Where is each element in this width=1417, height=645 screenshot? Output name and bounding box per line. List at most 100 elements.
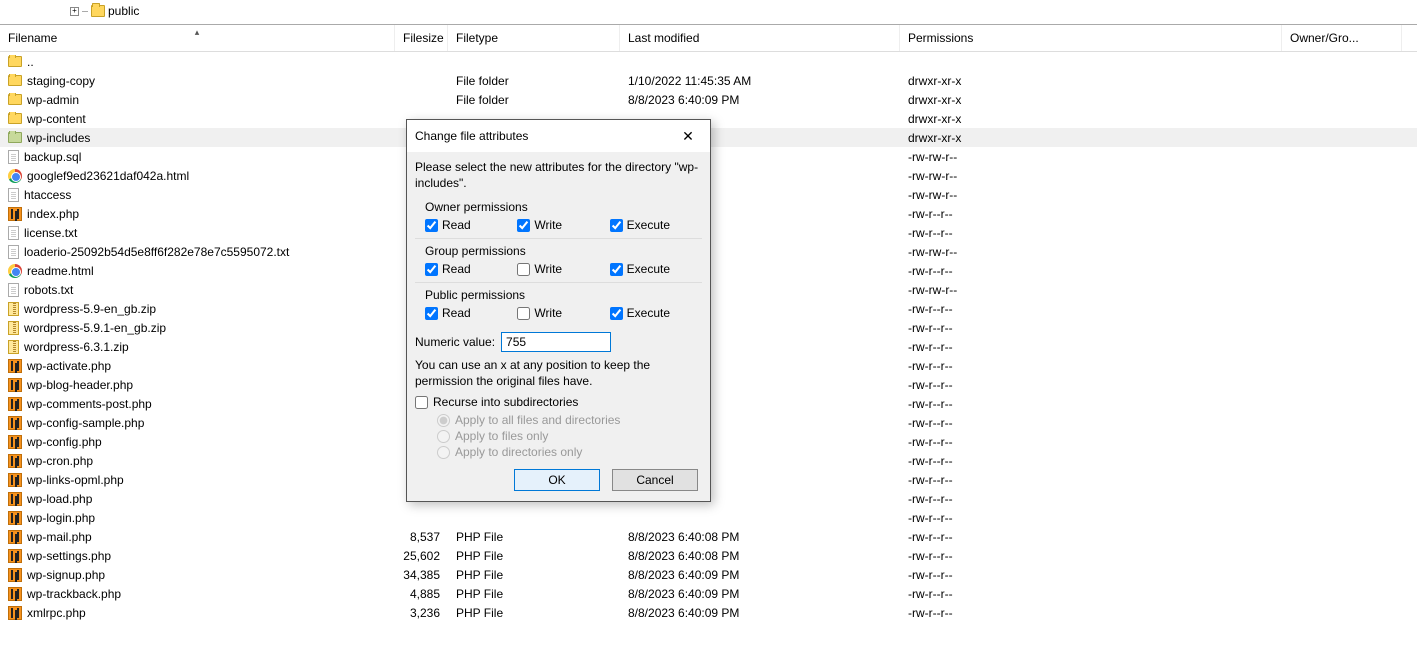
file-modified: 8/8/2023 6:40:09 PM: [620, 587, 900, 601]
radio-apply-all: Apply to all files and directories: [437, 413, 702, 427]
header-filesize[interactable]: Filesize: [395, 25, 448, 51]
owner-execute-checkbox[interactable]: Execute: [610, 218, 702, 232]
permission-hint: You can use an x at any position to keep…: [415, 358, 702, 389]
group-write-checkbox[interactable]: Write: [517, 262, 609, 276]
public-execute-checkbox[interactable]: Execute: [610, 306, 702, 320]
php-icon: [8, 549, 22, 563]
group-read-checkbox[interactable]: Read: [425, 262, 517, 276]
file-name: wp-login.php: [27, 511, 95, 525]
header-permissions[interactable]: Permissions: [900, 25, 1282, 51]
php-icon: [8, 397, 22, 411]
file-size: 4,885: [395, 587, 448, 601]
file-name: wp-load.php: [27, 492, 92, 506]
file-permissions: -rw-rw-r--: [900, 169, 1282, 183]
file-name: wp-blog-header.php: [27, 378, 133, 392]
table-row[interactable]: wp-adminFile folder8/8/2023 6:40:09 PMdr…: [0, 90, 1417, 109]
file-name: wordpress-5.9.1-en_gb.zip: [24, 321, 166, 335]
cancel-button[interactable]: Cancel: [612, 469, 698, 491]
group-permissions-group: Group permissions Read Write Execute: [415, 241, 702, 283]
group-permissions-label: Group permissions: [425, 244, 702, 258]
file-name: wp-comments-post.php: [27, 397, 152, 411]
file-permissions: -rw-r--r--: [900, 511, 1282, 525]
file-type: PHP File: [448, 606, 620, 620]
header-filename[interactable]: Filename▴: [0, 25, 395, 51]
file-permissions: drwxr-xr-x: [900, 93, 1282, 107]
file-modified: 8/8/2023 6:40:09 PM: [620, 568, 900, 582]
ok-button[interactable]: OK: [514, 469, 600, 491]
file-icon: [8, 188, 19, 202]
table-row[interactable]: wp-login.php -rw-r--r--: [0, 508, 1417, 527]
folder-icon: [8, 94, 22, 105]
public-write-checkbox[interactable]: Write: [517, 306, 609, 320]
file-name: staging-copy: [27, 74, 95, 88]
php-icon: [8, 568, 22, 582]
file-name: wp-cron.php: [27, 454, 93, 468]
file-permissions: -rw-r--r--: [900, 454, 1282, 468]
file-permissions: -rw-r--r--: [900, 549, 1282, 563]
public-read-checkbox[interactable]: Read: [425, 306, 517, 320]
recurse-checkbox[interactable]: Recurse into subdirectories: [415, 395, 702, 409]
file-modified: 8/8/2023 6:40:09 PM: [620, 606, 900, 620]
directory-tree[interactable]: + public: [0, 0, 1417, 22]
file-name: index.php: [27, 207, 79, 221]
php-icon: [8, 492, 22, 506]
sort-ascending-icon: ▴: [195, 27, 200, 38]
close-icon[interactable]: ✕: [668, 126, 708, 146]
owner-read-checkbox[interactable]: Read: [425, 218, 517, 232]
file-name: backup.sql: [24, 150, 81, 164]
header-last-modified[interactable]: Last modified: [620, 25, 900, 51]
file-permissions: -rw-r--r--: [900, 321, 1282, 335]
php-icon: [8, 473, 22, 487]
owner-write-checkbox[interactable]: Write: [517, 218, 609, 232]
public-permissions-group: Public permissions Read Write Execute: [415, 285, 702, 326]
php-icon: [8, 530, 22, 544]
zip-icon: [8, 340, 19, 354]
file-permissions: -rw-rw-r--: [900, 283, 1282, 297]
dialog-intro: Please select the new attributes for the…: [415, 160, 702, 191]
folder-icon: [91, 5, 105, 17]
file-name: robots.txt: [24, 283, 73, 297]
php-icon: [8, 587, 22, 601]
file-type: File folder: [448, 74, 620, 88]
owner-permissions-group: Owner permissions Read Write Execute: [415, 197, 702, 239]
file-size: 34,385: [395, 568, 448, 582]
file-name: wp-content: [27, 112, 86, 126]
file-icon: [8, 226, 19, 240]
file-modified: 8/8/2023 6:40:08 PM: [620, 530, 900, 544]
php-icon: [8, 511, 22, 525]
php-icon: [8, 435, 22, 449]
folder-icon: [8, 56, 22, 67]
group-execute-checkbox[interactable]: Execute: [610, 262, 702, 276]
file-permissions: -rw-r--r--: [900, 568, 1282, 582]
table-row[interactable]: ..: [0, 52, 1417, 71]
table-row[interactable]: xmlrpc.php3,236PHP File8/8/2023 6:40:09 …: [0, 603, 1417, 622]
header-filetype[interactable]: Filetype: [448, 25, 620, 51]
file-permissions: -rw-rw-r--: [900, 150, 1282, 164]
file-permissions: -rw-r--r--: [900, 492, 1282, 506]
php-icon: [8, 359, 22, 373]
table-row[interactable]: wp-mail.php8,537PHP File8/8/2023 6:40:08…: [0, 527, 1417, 546]
table-row[interactable]: staging-copyFile folder1/10/2022 11:45:3…: [0, 71, 1417, 90]
table-row[interactable]: wp-signup.php34,385PHP File8/8/2023 6:40…: [0, 565, 1417, 584]
file-name: wp-links-opml.php: [27, 473, 124, 487]
file-name: readme.html: [27, 264, 94, 278]
dialog-titlebar[interactable]: Change file attributes ✕: [407, 120, 710, 152]
tree-expand-icon[interactable]: +: [70, 7, 79, 16]
file-name: wp-mail.php: [27, 530, 92, 544]
file-size: 25,602: [395, 549, 448, 563]
php-icon: [8, 606, 22, 620]
file-modified: 8/8/2023 6:40:09 PM: [620, 93, 900, 107]
file-name: wp-includes: [27, 131, 90, 145]
chrome-icon: [8, 264, 22, 278]
php-icon: [8, 378, 22, 392]
tree-folder-label[interactable]: public: [108, 4, 139, 18]
file-permissions: -rw-r--r--: [900, 359, 1282, 373]
php-icon: [8, 207, 22, 221]
numeric-value-input[interactable]: [501, 332, 611, 352]
header-owner-group[interactable]: Owner/Gro...: [1282, 25, 1402, 51]
file-permissions: drwxr-xr-x: [900, 131, 1282, 145]
zip-icon: [8, 321, 19, 335]
table-row[interactable]: wp-settings.php25,602PHP File8/8/2023 6:…: [0, 546, 1417, 565]
table-row[interactable]: wp-trackback.php4,885PHP File8/8/2023 6:…: [0, 584, 1417, 603]
file-permissions: drwxr-xr-x: [900, 112, 1282, 126]
